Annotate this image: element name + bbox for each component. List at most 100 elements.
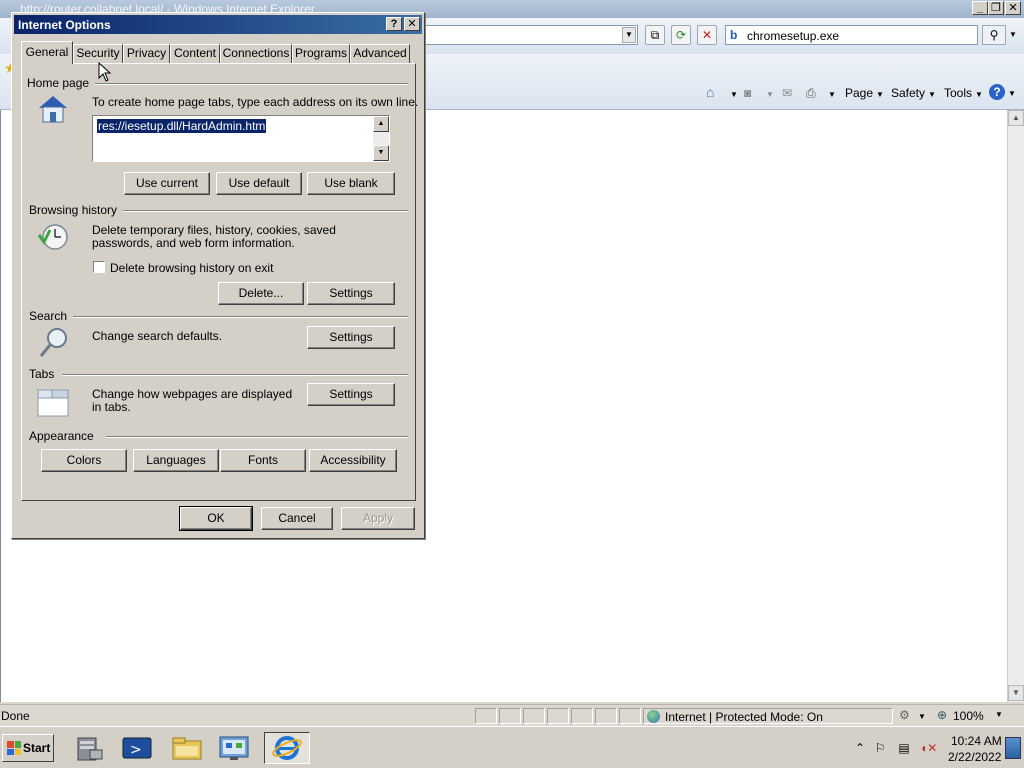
stop-icon[interactable]: ✕ xyxy=(697,25,717,45)
compatibility-view-icon[interactable]: ⧉ xyxy=(645,25,665,45)
use-blank-button[interactable]: Use blank xyxy=(307,172,395,195)
print-chevron-icon[interactable]: ▼ xyxy=(828,90,836,99)
safety-menu-label: Safety xyxy=(891,86,926,100)
apply-button[interactable]: Apply xyxy=(341,507,415,530)
tab-content[interactable]: Content xyxy=(170,44,220,63)
help-button[interactable]: ? xyxy=(386,17,402,31)
scroll-up-icon[interactable]: ▲ xyxy=(1008,110,1024,126)
tab-general[interactable]: General xyxy=(21,41,73,64)
group-divider xyxy=(84,83,408,85)
powershell-icon[interactable]: > xyxy=(117,732,157,764)
fonts-button[interactable]: Fonts xyxy=(220,449,306,472)
safety-chevron-icon: ▼ xyxy=(928,90,936,99)
browsing-history-group-label: Browsing history xyxy=(29,203,124,217)
dialog-titlebar: Internet Options ? ✕ xyxy=(14,15,422,34)
help-menu[interactable]: ? ▼ xyxy=(989,84,1016,100)
tabs-group-label: Tabs xyxy=(29,367,61,381)
use-current-button[interactable]: Use current xyxy=(124,172,210,195)
tab-advanced[interactable]: Advanced xyxy=(350,44,410,63)
address-bar[interactable]: ▼ xyxy=(420,25,638,45)
popup-chevron-icon[interactable]: ▼ xyxy=(918,712,926,721)
home-page-scrollbar[interactable]: ▲ ▼ xyxy=(373,116,389,161)
home-chevron-icon[interactable]: ▼ xyxy=(730,90,738,99)
show-desktop-button[interactable] xyxy=(1005,737,1021,759)
action-center-flag-icon[interactable]: ⚐ xyxy=(872,741,888,757)
windows-explorer-icon[interactable] xyxy=(167,732,207,764)
history-settings-button[interactable]: Settings xyxy=(307,282,395,305)
zoom-icon: ⊕ xyxy=(937,708,948,722)
cancel-button[interactable]: Cancel xyxy=(261,507,333,530)
start-button[interactable]: Start xyxy=(2,734,54,762)
search-group-label: Search xyxy=(29,309,74,323)
refresh-icon[interactable]: ⟳ xyxy=(671,25,691,45)
feeds-chevron-icon[interactable]: ▼ xyxy=(766,90,774,99)
delete-history-on-exit-label[interactable]: Delete browsing history on exit xyxy=(110,262,273,275)
tabs-window-icon xyxy=(36,388,70,421)
zoom-chevron-icon: ▼ xyxy=(995,710,1003,719)
search-icon[interactable]: ⚲ xyxy=(982,25,1006,45)
search-settings-button[interactable]: Settings xyxy=(307,326,395,349)
status-cell xyxy=(475,708,497,724)
languages-button[interactable]: Languages xyxy=(133,449,219,472)
delete-history-on-exit-checkbox[interactable] xyxy=(93,261,105,273)
server-manager-icon[interactable] xyxy=(70,732,110,764)
tab-connections[interactable]: Connections xyxy=(220,44,292,63)
search-options-chevron-icon[interactable]: ▼ xyxy=(1006,25,1020,45)
clock-date[interactable]: 2/22/2022 xyxy=(948,750,1001,764)
group-divider xyxy=(106,436,408,438)
address-dropdown-button[interactable]: ▼ xyxy=(622,27,636,43)
status-cell xyxy=(523,708,545,724)
print-icon[interactable]: ⎙ xyxy=(806,86,816,101)
colors-button[interactable]: Colors xyxy=(41,449,127,472)
home-page-url: res://iesetup.dll/HardAdmin.htm xyxy=(97,119,267,133)
help-icon: ? xyxy=(989,84,1005,100)
home-page-group-label: Home page xyxy=(27,76,96,90)
home-page-textarea[interactable]: res://iesetup.dll/HardAdmin.htm ▲ ▼ xyxy=(92,115,390,162)
feeds-icon[interactable]: ◙ xyxy=(744,86,751,100)
network-tray-icon[interactable]: ▤ xyxy=(896,741,912,757)
read-mail-icon[interactable]: ✉ xyxy=(782,86,792,100)
show-hidden-icons-icon[interactable]: ⌃ xyxy=(852,741,868,757)
home-icon[interactable]: ⌂ xyxy=(706,84,714,100)
restore-button[interactable]: ❐ xyxy=(988,1,1004,15)
search-magnifier-icon xyxy=(38,326,70,363)
browsing-history-description: Delete temporary files, history, cookies… xyxy=(92,223,336,250)
internet-options-dialog: Internet Options ? ✕ General Security Pr… xyxy=(11,12,425,539)
tab-security[interactable]: Security xyxy=(73,44,123,63)
scroll-up-icon[interactable]: ▲ xyxy=(373,116,389,132)
status-cell xyxy=(595,708,617,724)
status-cell xyxy=(499,708,521,724)
globe-icon xyxy=(647,710,660,723)
scroll-down-icon[interactable]: ▼ xyxy=(373,145,389,161)
zoom-control[interactable]: ⊕ 100% ▼ xyxy=(935,708,1007,724)
accessibility-button[interactable]: Accessibility xyxy=(309,449,397,472)
page-menu[interactable]: Page ▼ xyxy=(845,86,884,100)
search-input[interactable]: b chromesetup.exe xyxy=(725,25,978,45)
network-icon[interactable] xyxy=(214,732,254,764)
dialog-title: Internet Options xyxy=(18,18,111,32)
vertical-scrollbar[interactable]: ▲ ▼ xyxy=(1007,110,1024,702)
volume-muted-icon[interactable]: ◖✕ xyxy=(920,741,937,757)
tabs-settings-button[interactable]: Settings xyxy=(307,383,395,406)
popup-settings-icon[interactable]: ⚙ xyxy=(899,708,910,722)
internet-explorer-icon[interactable] xyxy=(264,732,310,764)
delete-history-button[interactable]: Delete... xyxy=(218,282,304,305)
close-button[interactable]: ✕ xyxy=(404,17,420,31)
safety-menu[interactable]: Safety ▼ xyxy=(891,86,936,100)
home-page-description: To create home page tabs, type each addr… xyxy=(92,95,419,109)
search-input-value: chromesetup.exe xyxy=(747,29,840,43)
tab-programs[interactable]: Programs xyxy=(292,44,350,63)
minimize-button[interactable]: _ xyxy=(972,1,988,15)
ok-button[interactable]: OK xyxy=(179,506,253,531)
scroll-down-icon[interactable]: ▼ xyxy=(1008,685,1024,701)
zoom-level: 100% xyxy=(953,709,984,723)
clock-time[interactable]: 10:24 AM xyxy=(951,734,1002,748)
use-default-button[interactable]: Use default xyxy=(216,172,302,195)
security-zone[interactable]: Internet | Protected Mode: On xyxy=(643,708,893,724)
windows-logo-icon xyxy=(7,741,21,755)
status-cell xyxy=(571,708,593,724)
browsing-history-clock-icon xyxy=(36,222,70,255)
tools-menu[interactable]: Tools ▼ xyxy=(944,86,983,100)
tab-privacy[interactable]: Privacy xyxy=(123,44,170,63)
close-window-button[interactable]: ✕ xyxy=(1005,1,1021,15)
